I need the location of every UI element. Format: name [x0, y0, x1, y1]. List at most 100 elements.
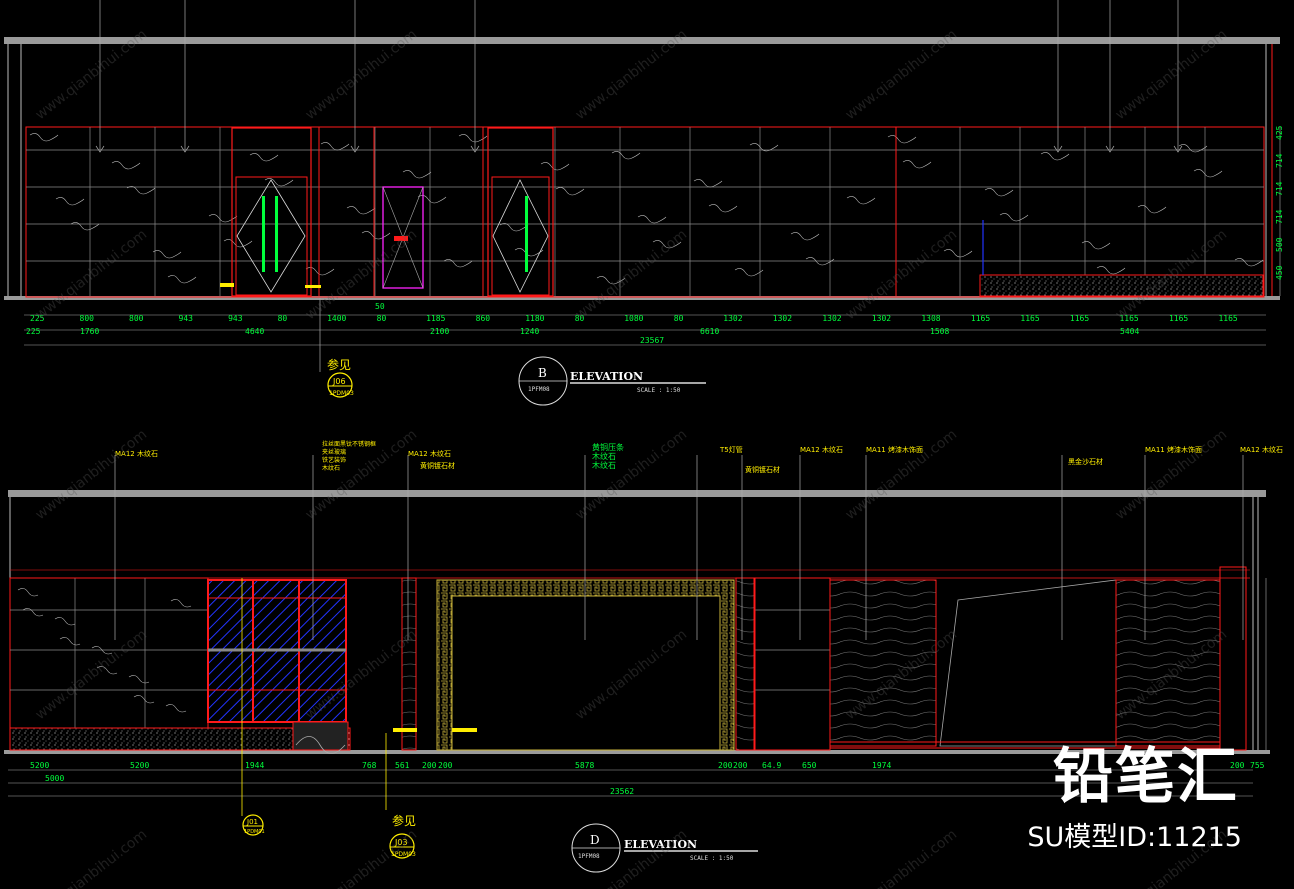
door-left-frame [231, 127, 312, 297]
watermark-url: www.qianbihui.com [33, 826, 150, 889]
stone-vein [1040, 152, 1070, 161]
dim-label-b2: 4640 [245, 327, 264, 336]
stone-vein [152, 250, 182, 259]
title-marker-b: B [538, 366, 547, 380]
watermark-url: www.qianbihui.com [573, 426, 690, 523]
dims-row2-b: 225 1760 4640 2100 1240 6610 1508 5404 [26, 327, 1139, 336]
watermark-url: www.qianbihui.com [573, 226, 690, 323]
dim-label-b1: 1308 [921, 314, 940, 323]
ref-code-bottom-b: 1PDM03 [329, 390, 354, 397]
dim-label-d1: 5878 [575, 761, 594, 770]
door-right-handle [525, 196, 528, 272]
dim-label-d1: 64.9 [762, 761, 781, 770]
dim-label-d1: 1944 [245, 761, 264, 770]
door-right-diamond [492, 179, 549, 293]
stack-note-2: 木纹石 [592, 451, 616, 461]
dim-label-d1: 200 [438, 761, 453, 770]
stone-vein-d [128, 675, 150, 684]
stone-vein [305, 267, 335, 276]
stone-vein [167, 275, 197, 284]
dims-row1-b: 225 800 800 943 943 80 1400 80 1185 860 1180 80 1080… [30, 314, 1238, 323]
title-marker-d: D [590, 833, 600, 847]
dim-label-b1: 1302 [773, 314, 792, 323]
dim-label-b2: 5404 [1120, 327, 1139, 336]
dim-label-b1: 1400 [327, 314, 346, 323]
dim-label-d1: 200 [422, 761, 437, 770]
dim-label-b1: 943 [228, 314, 243, 323]
material-callout: T5灯管 [719, 445, 743, 454]
material-callout: MA12 木纹石 [1240, 445, 1283, 454]
stone-vein [734, 268, 764, 277]
stone-vein [693, 179, 723, 188]
stone-vein [1234, 258, 1264, 267]
dim-left-d: 5000 [45, 774, 64, 783]
title-scale-b: SCALE : 1:50 [637, 387, 681, 394]
material-callout: 黄铜镀石材 [420, 461, 455, 470]
watermark-url: www.qianbihui.com [33, 626, 150, 723]
dim-label-b2: 2100 [430, 327, 449, 336]
door-right-inner [491, 176, 550, 296]
dim-label-b1: 860 [476, 314, 491, 323]
stone-vein [402, 170, 432, 179]
dim-label-b1: 1165 [1070, 314, 1089, 323]
stone-vein [1193, 169, 1223, 178]
diagonal-watermark: www.qianbihui.com www.qianbihui.com www.qi… [33, 26, 1230, 889]
dim-label-b2: 1240 [520, 327, 539, 336]
stack-note: 夹丝玻璃 [322, 448, 346, 456]
stone-vein [943, 249, 973, 258]
stone-vein [708, 204, 738, 213]
stone-vein [984, 188, 1014, 197]
stone-vein-d [170, 599, 192, 608]
ref-left-bottom-d: 1PDM01 [244, 829, 265, 835]
material-note-stack-2: 黄铜压条木纹石木纹石 [592, 442, 624, 470]
dim-label-b1: 800 [129, 314, 144, 323]
door-left-inner [235, 176, 308, 296]
stone-vein [790, 232, 820, 241]
stone-vein [223, 239, 253, 248]
right-dim-label-b: 714 [1275, 209, 1284, 224]
dim-total-b: 23567 [640, 336, 664, 345]
stone-vein-d [22, 608, 44, 617]
stone-vein [111, 161, 141, 170]
dim-label-b1: 1185 [426, 314, 445, 323]
right-dim-label-b: 714 [1275, 153, 1284, 168]
watermark-url: www.qianbihui.com [843, 826, 960, 889]
dim-label-b1: 1180 [525, 314, 544, 323]
stack-note: 木纹石 [322, 464, 340, 472]
portal-opening [451, 595, 721, 751]
stack-note-2: 黄铜压条 [592, 442, 624, 452]
material-callout: MA11 烤漆木饰面 [866, 445, 923, 454]
stone-vein [361, 231, 391, 240]
dim-label-b1: 1302 [872, 314, 891, 323]
material-callout: MA12 木纹石 [800, 445, 843, 454]
dim-label-b1: 1165 [1020, 314, 1039, 323]
stone-vein [846, 196, 876, 205]
stone-vein [320, 142, 350, 151]
right-dim-label-b: 714 [1275, 181, 1284, 196]
dim-label-b1: 1165 [1169, 314, 1188, 323]
dim-label-b1: 80 [674, 314, 684, 323]
dim-label-b2: 1508 [930, 327, 949, 336]
stone-vein-d [133, 695, 155, 704]
material-callout: 黄铜镀石材 [745, 465, 780, 474]
stone-vein-d [54, 617, 76, 626]
callouts-d: MA12 木纹石 MA12 木纹石黄铜镀石材MA12 木纹石 MA11 烤漆木饰面 M… [115, 445, 1283, 474]
stone-vein [1137, 205, 1167, 214]
stone-vein-d [165, 704, 187, 713]
stone-panel-mid-d [754, 577, 831, 751]
dim-label-d1: 561 [395, 761, 410, 770]
ceiling-line-b [4, 37, 1280, 44]
stone-vein [417, 195, 447, 204]
dim-label-d1: 5200 [130, 761, 149, 770]
dim-label-d1: 768 [362, 761, 377, 770]
yellow-threshold-b [305, 285, 321, 288]
dim-label-b1: 80 [278, 314, 288, 323]
stone-vein [1178, 144, 1208, 153]
stone-vein [902, 160, 932, 169]
title-text-b: ELEVATION [570, 370, 643, 383]
gravel-bench-b [979, 274, 1264, 297]
title-sheet-d: 1PFM08 [578, 853, 600, 860]
stack-note: 铁艺装饰 [322, 456, 346, 464]
door-left-handle-a [262, 196, 265, 272]
watermark-url: www.qianbihui.com [843, 426, 960, 523]
